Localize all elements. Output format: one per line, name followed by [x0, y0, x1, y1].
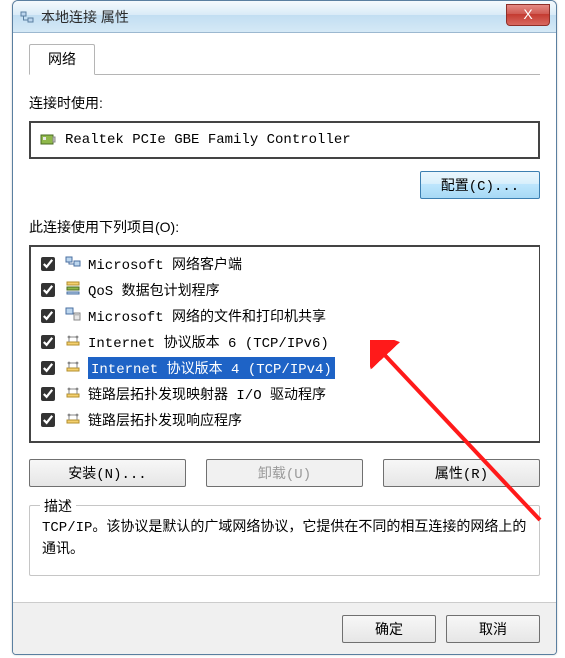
list-item[interactable]: QoS 数据包计划程序: [35, 277, 535, 303]
adapter-name: Realtek PCIe GBE Family Controller: [65, 132, 351, 148]
tab-network[interactable]: 网络: [29, 44, 95, 75]
item-label: Microsoft 网络的文件和打印机共享: [88, 306, 326, 326]
component-buttons: 安装(N)... 卸载(U) 属性(R): [29, 459, 540, 487]
description-legend: 描述: [40, 496, 76, 516]
item-checkbox[interactable]: [41, 387, 55, 401]
item-label: Microsoft 网络客户端: [88, 254, 242, 274]
client-area: 网络 连接时使用: Realtek PCIe GBE Family Contro…: [13, 33, 556, 586]
list-item[interactable]: 链路层拓扑发现响应程序: [35, 407, 535, 433]
cancel-button[interactable]: 取消: [446, 615, 540, 643]
client-icon: [64, 253, 82, 276]
adapter-display: Realtek PCIe GBE Family Controller: [29, 121, 540, 159]
list-item[interactable]: Microsoft 网络的文件和打印机共享: [35, 303, 535, 329]
item-label: Internet 协议版本 4 (TCP/IPv4): [88, 357, 335, 379]
properties-button[interactable]: 属性(R): [383, 459, 540, 487]
proto-icon: [64, 409, 82, 432]
item-checkbox[interactable]: [41, 283, 55, 297]
uninstall-button: 卸载(U): [206, 459, 363, 487]
description-text: TCP/IP。该协议是默认的广域网络协议，它提供在不同的相互连接的网络上的通讯。: [42, 518, 527, 561]
proto-icon: [64, 383, 82, 406]
list-item[interactable]: Internet 协议版本 4 (TCP/IPv4): [35, 355, 535, 381]
share-icon: [64, 305, 82, 328]
list-item[interactable]: Internet 协议版本 6 (TCP/IPv6): [35, 329, 535, 355]
items-label: 此连接使用下列项目(O):: [29, 217, 540, 237]
proto-icon: [64, 357, 82, 380]
list-item[interactable]: Microsoft 网络客户端: [35, 251, 535, 277]
item-label: Internet 协议版本 6 (TCP/IPv6): [88, 332, 329, 352]
dialog-footer: 确定 取消: [13, 602, 556, 654]
tab-strip: 网络: [29, 47, 540, 75]
proto-icon: [64, 331, 82, 354]
item-label: 链路层拓扑发现映射器 I/O 驱动程序: [88, 384, 326, 404]
install-button[interactable]: 安装(N)...: [29, 459, 186, 487]
item-checkbox[interactable]: [41, 413, 55, 427]
nic-icon: [39, 131, 57, 149]
close-button[interactable]: X: [506, 4, 550, 26]
connect-using-label: 连接时使用:: [29, 93, 540, 113]
title-bar[interactable]: 本地连接 属性 X: [13, 1, 556, 33]
components-listbox[interactable]: Microsoft 网络客户端 QoS 数据包计划程序 Microsoft 网络的文…: [29, 245, 540, 443]
ok-button[interactable]: 确定: [342, 615, 436, 643]
list-item[interactable]: 链路层拓扑发现映射器 I/O 驱动程序: [35, 381, 535, 407]
tab-panel-network: 连接时使用: Realtek PCIe GBE Family Controlle…: [29, 75, 540, 576]
item-checkbox[interactable]: [41, 335, 55, 349]
item-checkbox[interactable]: [41, 257, 55, 271]
item-checkbox[interactable]: [41, 309, 55, 323]
window-title: 本地连接 属性: [41, 7, 129, 27]
properties-dialog: 本地连接 属性 X 网络 连接时使用: Realtek PCIe GBE Fam…: [12, 0, 557, 655]
item-label: QoS 数据包计划程序: [88, 280, 220, 300]
qos-icon: [64, 279, 82, 302]
description-group: 描述 TCP/IP。该协议是默认的广域网络协议，它提供在不同的相互连接的网络上的…: [29, 505, 540, 576]
item-checkbox[interactable]: [41, 361, 55, 375]
configure-button[interactable]: 配置(C)...: [420, 171, 540, 199]
item-label: 链路层拓扑发现响应程序: [88, 410, 242, 430]
connection-icon: [19, 9, 35, 25]
